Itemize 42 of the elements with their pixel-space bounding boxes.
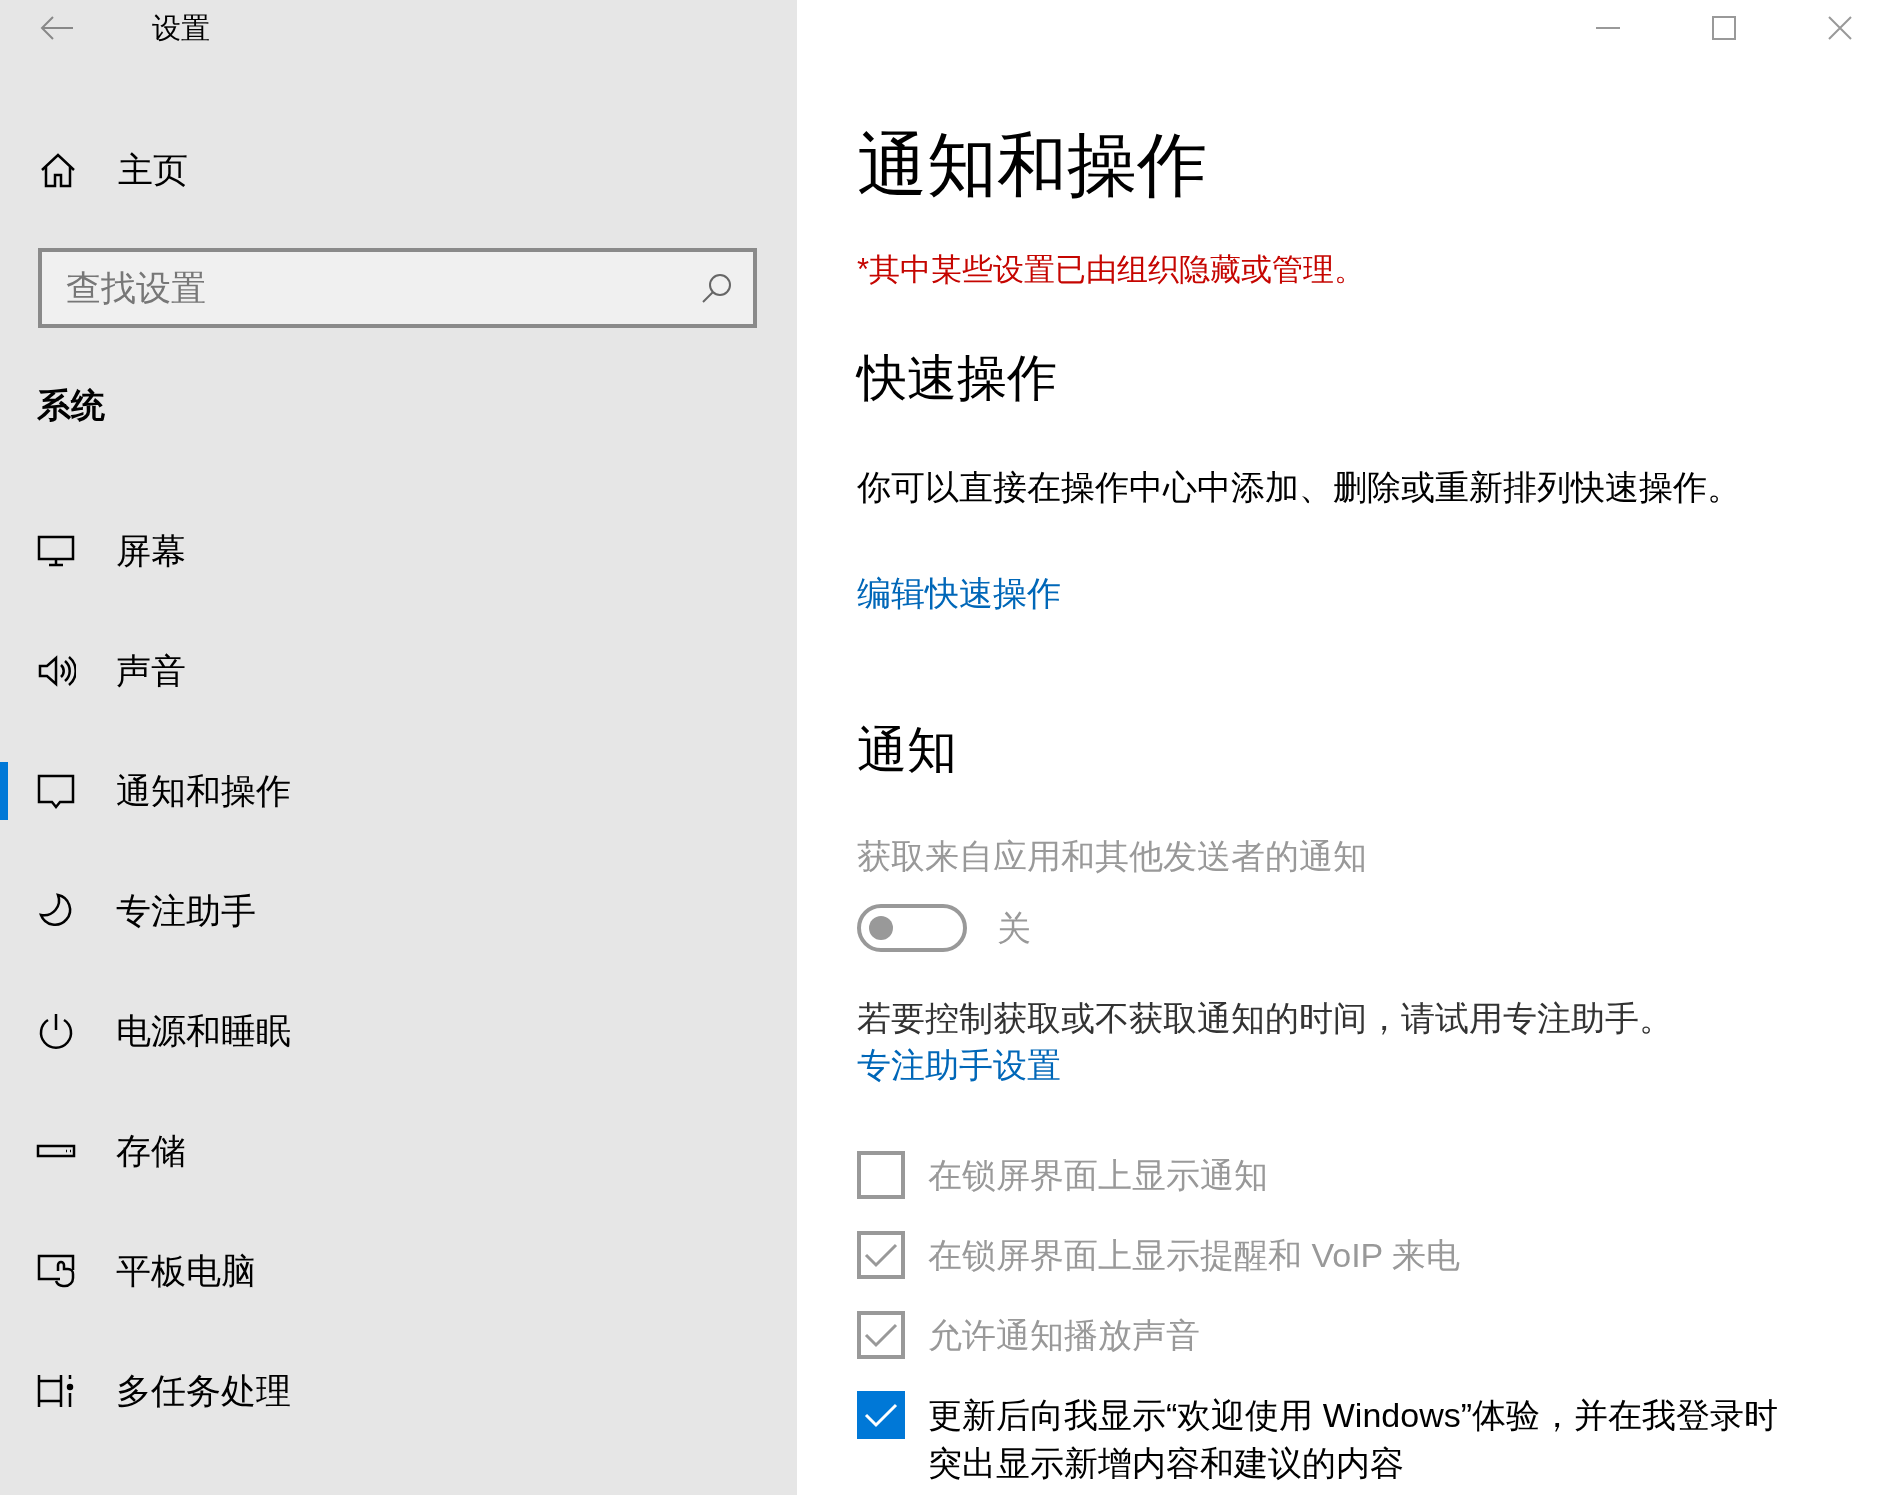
home-link[interactable]: 主页 — [0, 140, 797, 200]
nav-label: 存储 — [116, 1130, 186, 1172]
checkmark-icon — [864, 1402, 898, 1428]
close-icon[interactable] — [1828, 16, 1852, 40]
page-title: 通知和操作 — [857, 125, 1207, 206]
nav-label: 多任务处理 — [116, 1370, 291, 1412]
window-title: 设置 — [152, 11, 210, 46]
back-arrow-icon[interactable] — [40, 15, 74, 41]
maximize-icon[interactable] — [1712, 16, 1736, 40]
nav-item[interactable]: 多任务处理 — [0, 1331, 797, 1451]
description-text: 你可以直接在操作中心中添加、删除或重新排列快速操作。 — [857, 467, 1741, 507]
nav-item[interactable]: 屏幕 — [0, 491, 797, 611]
checkbox-label: 在锁屏界面上显示通知 — [928, 1155, 1268, 1196]
checkbox-label: 在锁屏界面上显示提醒和 VoIP 来电 — [928, 1235, 1461, 1276]
nav-item[interactable]: 声音 — [0, 611, 797, 731]
nav-label: 平板电脑 — [116, 1250, 256, 1292]
toggle-state: 关 — [997, 908, 1031, 948]
checkmark-icon — [864, 1322, 898, 1348]
section-heading: 快速操作 — [857, 349, 1057, 408]
policy-notice: *其中某些设置已由组织隐藏或管理。 — [857, 251, 1366, 289]
hint-text: 若要控制获取或不获取通知的时间，请试用专注助手。 — [857, 998, 1673, 1039]
nav-item[interactable]: 专注助手 — [0, 851, 797, 971]
nav-label: 电源和睡眠 — [116, 1010, 291, 1052]
checkbox-label: 允许通知播放声音 — [928, 1315, 1200, 1356]
section-heading: 通知 — [857, 721, 957, 780]
nav-item[interactable]: 通知和操作 — [0, 731, 797, 851]
checkbox-label: 更新后向我显示“欢迎使用 Windows”体验，并在我登录时突出显示新增内容和建议的内容 — [928, 1395, 1780, 1484]
nav-label: 屏幕 — [116, 530, 186, 572]
nav-label: 声音 — [116, 650, 186, 692]
section-heading: 系统 — [37, 385, 105, 426]
toggle-label: 获取来自应用和其他发送者的通知 — [857, 836, 1367, 876]
search-icon — [701, 272, 733, 304]
nav-label: 通知和操作 — [116, 770, 291, 812]
edit-quick-actions-link[interactable]: 编辑快速操作 — [857, 573, 1061, 613]
search-field[interactable]: 查找设置 — [38, 248, 757, 328]
nav-item[interactable]: 电源和睡眠 — [0, 971, 797, 1091]
focus-assist-link[interactable]: 专注助手设置 — [857, 1042, 1061, 1089]
checkmark-icon — [864, 1242, 898, 1268]
nav-item[interactable]: 平板电脑 — [0, 1211, 797, 1331]
nav-label: 专注助手 — [116, 890, 256, 932]
checkbox[interactable] — [857, 1391, 905, 1439]
nav-item[interactable]: 存储 — [0, 1091, 797, 1211]
